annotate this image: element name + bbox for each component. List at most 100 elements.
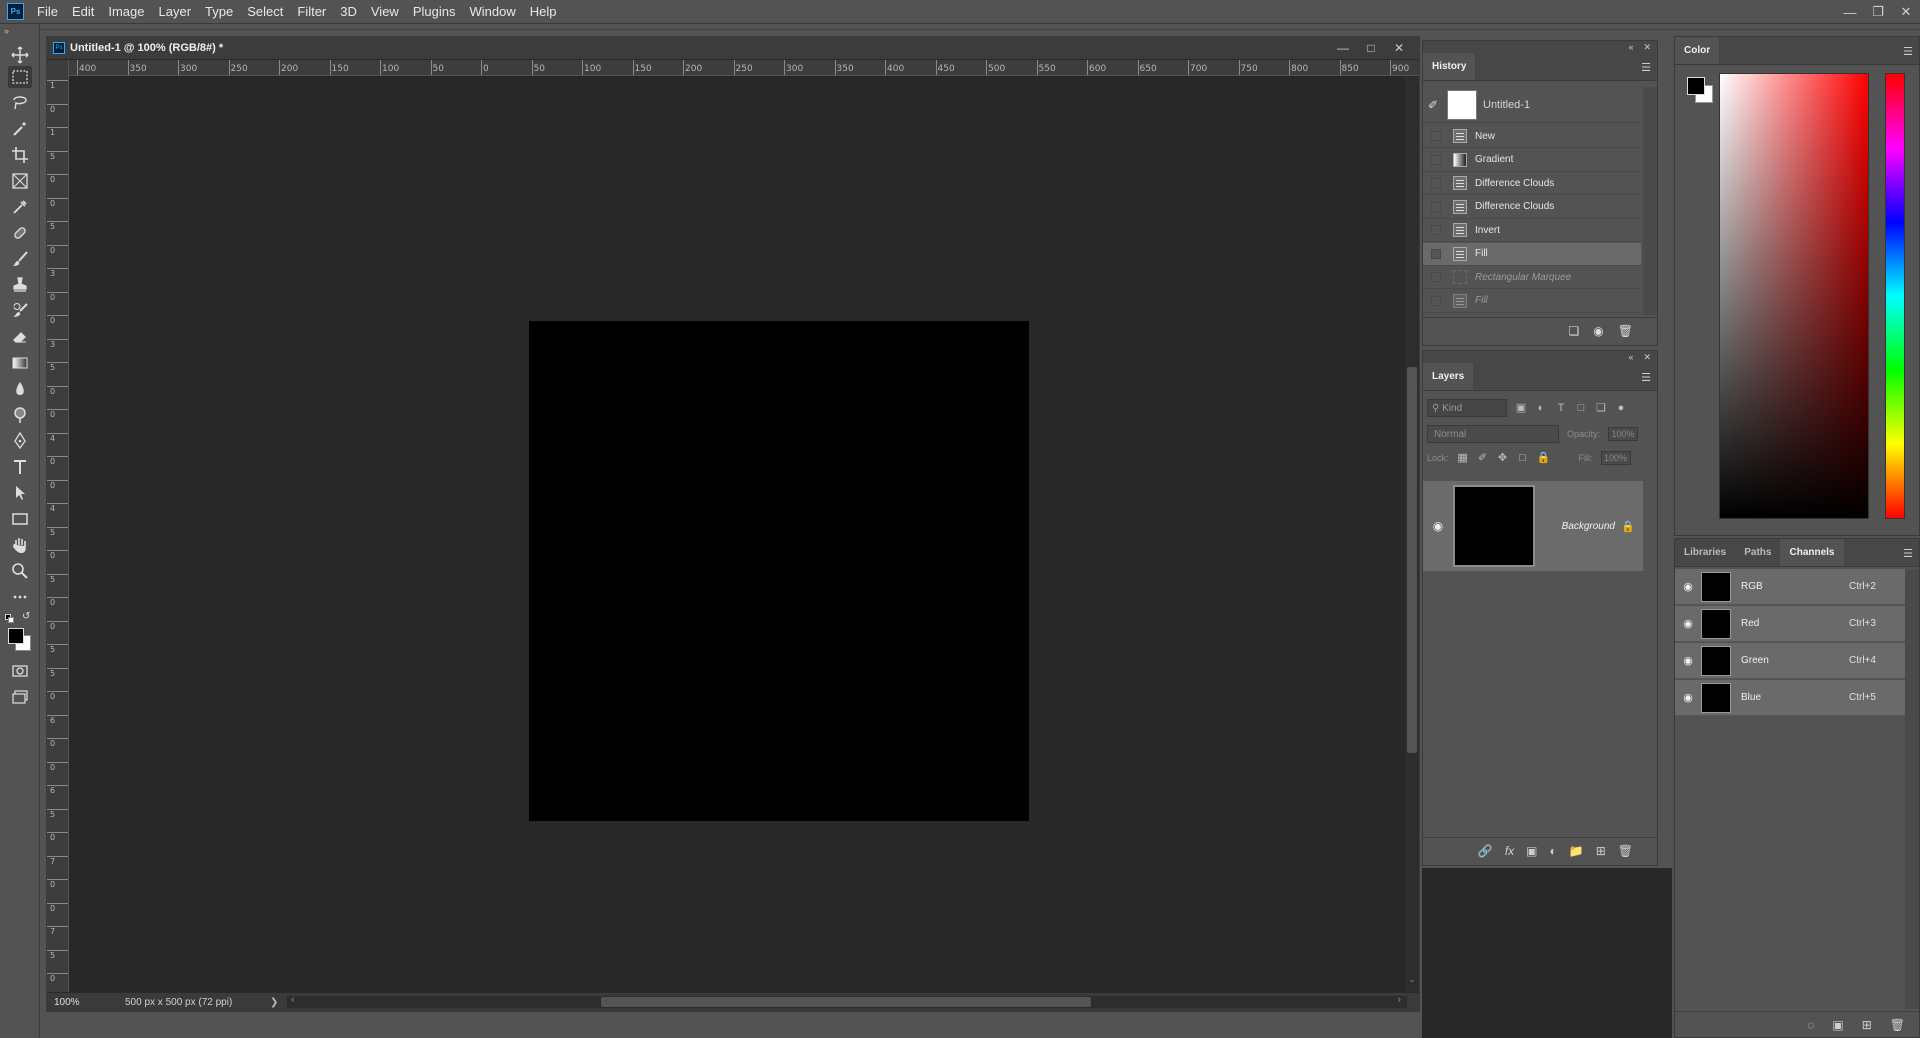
scroll-down-icon[interactable]: ⌄ [1408,974,1416,985]
lock-artboard-icon[interactable]: □ [1517,452,1529,464]
history-brush-source-checkbox[interactable] [1431,154,1441,165]
channel-row-red[interactable]: ◉ Red Ctrl+3 [1675,606,1905,642]
blend-mode-select[interactable]: Normal [1427,425,1559,443]
lock-all-icon[interactable]: 🔒 [1537,452,1551,464]
vertical-ruler[interactable]: 1 0 1 5 0 0 5 0 3 0 0 3 5 0 0 4 0 0 4 5 0 5 0 0 5 5 0 6 0 0 6 5 0 7 0 0 7 5 0 [47,60,69,992]
history-panel-menu-icon[interactable]: ☰ [1641,61,1651,74]
crop-tool-icon[interactable] [8,144,32,166]
swap-colors-icon[interactable]: ↺ [22,611,30,622]
lock-transparent-icon[interactable]: ▦ [1457,452,1469,464]
history-brush-source-checkbox[interactable] [1431,248,1441,259]
menu-help[interactable]: Help [523,0,564,24]
tab-color[interactable]: Color [1675,37,1720,64]
default-colors-icon[interactable] [5,614,15,623]
layer-lock-icon[interactable]: 🔒 [1621,520,1643,533]
history-state-row[interactable]: Fill [1423,242,1641,266]
menu-select[interactable]: Select [240,0,290,24]
filter-shape-icon[interactable]: □ [1575,402,1587,414]
history-brush-source-checkbox[interactable] [1431,272,1441,282]
channel-row-blue[interactable]: ◉ Blue Ctrl+5 [1675,680,1905,716]
history-state-row[interactable]: Gradient [1423,149,1641,172]
link-layers-icon[interactable]: 🔗 [1478,844,1493,858]
doc-minimize-icon[interactable]: — [1329,37,1357,59]
color-panel-menu-icon[interactable]: ☰ [1903,45,1913,58]
eraser-tool-icon[interactable] [8,326,32,348]
new-channel-icon[interactable]: ⊞ [1862,1018,1872,1032]
doc-close-icon[interactable]: ✕ [1385,37,1413,59]
rectangle-tool-icon[interactable] [8,508,32,530]
channels-scrollbar[interactable] [1905,569,1919,1009]
history-brush-source-checkbox[interactable] [1431,295,1441,306]
foreground-color-swatch[interactable] [8,628,24,644]
channels-panel-menu-icon[interactable]: ☰ [1903,547,1913,560]
history-state-row[interactable]: Invert [1423,219,1641,242]
hand-tool-icon[interactable] [8,534,32,556]
canvas-area[interactable] [69,77,1407,992]
eyedropper-tool-icon[interactable] [8,196,32,218]
layers-panel-menu-icon[interactable]: ☰ [1641,371,1651,384]
frame-tool-icon[interactable] [8,170,32,192]
restore-icon[interactable]: ❐ [1864,0,1892,24]
clone-stamp-tool-icon[interactable] [8,274,32,296]
tab-paths[interactable]: Paths [1735,539,1780,566]
layer-row[interactable]: ◉ Background 🔒 [1423,481,1643,571]
tab-channels[interactable]: Channels [1780,539,1844,566]
filter-toggle-icon[interactable]: ● [1615,402,1627,414]
doc-maximize-icon[interactable]: □ [1357,37,1385,59]
layer-visibility-eye-icon[interactable]: ◉ [1423,519,1453,533]
status-menu-arrow-icon[interactable]: ❯ [270,997,278,1008]
more-tools-icon[interactable] [8,586,32,608]
channel-row-green[interactable]: ◉ Green Ctrl+4 [1675,643,1905,679]
adjustment-layer-icon[interactable]: ◐ [1550,844,1557,858]
horizontal-ruler[interactable]: 400 350 300 250 200 150 100 50 0 50 100 150 200 250 30… [69,60,1419,76]
document-tab[interactable]: Ps Untitled-1 @ 100% (RGB/8#) * — □ ✕ [47,37,1419,59]
screen-mode-icon[interactable] [8,686,32,708]
history-brush-source-checkbox[interactable] [1431,131,1441,141]
layer-name[interactable]: Background [1545,521,1621,532]
path-selection-tool-icon[interactable] [8,482,32,504]
type-tool-icon[interactable] [8,456,32,478]
layer-filter-kind[interactable]: ⚲ Kind [1427,399,1507,417]
tab-history[interactable]: History [1423,53,1476,80]
dodge-tool-icon[interactable] [8,404,32,426]
hue-slider[interactable] [1885,73,1905,519]
tab-layers[interactable]: Layers [1423,363,1474,390]
lasso-tool-icon[interactable] [8,92,32,114]
history-brush-source-checkbox[interactable] [1431,178,1441,188]
collapse-toolbar-icon[interactable]: » [4,26,9,36]
scroll-left-icon[interactable]: ‹ [291,994,295,1006]
history-brush-source-checkbox[interactable] [1431,201,1441,212]
collapse-panel-icon[interactable]: « [1628,352,1633,362]
tab-libraries[interactable]: Libraries [1675,539,1735,566]
add-mask-icon[interactable]: ▣ [1526,844,1537,858]
magic-wand-tool-icon[interactable] [8,118,32,140]
history-state-row[interactable]: Fill [1423,290,1641,313]
channel-visibility-eye-icon[interactable]: ◉ [1675,691,1701,704]
save-selection-channel-icon[interactable]: ▣ [1832,1018,1843,1032]
rectangular-marquee-tool-icon[interactable] [8,66,32,88]
delete-state-icon[interactable]: 🗑 [1618,324,1633,338]
close-icon[interactable]: ✕ [1892,0,1920,24]
filter-smart-object-icon[interactable]: ❏ [1595,402,1607,414]
zoom-level-field[interactable]: 100% [49,995,97,1010]
menu-plugins[interactable]: Plugins [406,0,463,24]
filter-type-icon[interactable]: T [1555,402,1567,414]
zoom-tool-icon[interactable] [8,560,32,582]
menu-image[interactable]: Image [101,0,151,24]
menu-layer[interactable]: Layer [152,0,199,24]
delete-channel-icon[interactable]: 🗑 [1890,1018,1905,1032]
fill-field[interactable]: 100% [1600,451,1631,465]
filter-adjustment-icon[interactable]: ◐ [1535,402,1547,414]
history-brush-source-icon[interactable]: ✐ [1423,98,1443,112]
blur-tool-icon[interactable] [8,378,32,400]
collapse-panel-icon[interactable]: « [1628,42,1633,52]
brush-tool-icon[interactable] [8,248,32,270]
lock-image-icon[interactable]: ✐ [1477,452,1489,464]
menu-window[interactable]: Window [462,0,522,24]
new-document-from-state-icon[interactable]: ❏ [1569,324,1580,338]
menu-view[interactable]: View [364,0,406,24]
photoshop-logo[interactable]: Ps [7,3,24,20]
history-snapshot[interactable]: ✐ Untitled-1 [1423,87,1641,123]
horizontal-scrollbar[interactable]: ‹ › [287,994,1407,1008]
delete-layer-icon[interactable]: 🗑 [1618,844,1633,858]
